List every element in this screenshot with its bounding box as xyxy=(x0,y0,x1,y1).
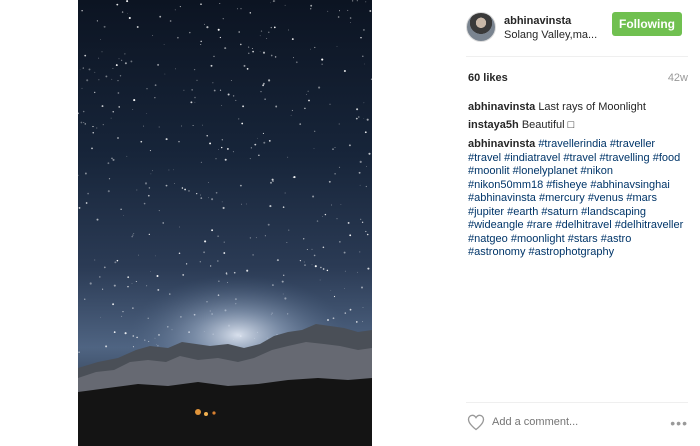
hashtag-list: #travellerindia #traveller #travel #indi… xyxy=(468,138,683,258)
more-options-icon[interactable]: ••• xyxy=(670,415,688,431)
hashtag-link[interactable]: #fisheye xyxy=(546,179,587,191)
hashtag-link[interactable]: #delhitraveller xyxy=(615,219,683,231)
hashtag-link[interactable]: #astronomy xyxy=(468,246,525,258)
hashtag-link[interactable]: #travellerindia xyxy=(538,138,606,150)
hashtag-link[interactable]: #nikon xyxy=(581,165,613,177)
comment-author[interactable]: abhinavinsta xyxy=(468,101,535,113)
comment-item: abhinavinsta Last rays of Moonlight xyxy=(468,100,690,114)
hashtag-link[interactable]: #mars xyxy=(626,192,657,204)
comment-author[interactable]: abhinavinsta xyxy=(468,138,535,150)
hashtag-link[interactable]: #landscaping xyxy=(581,206,646,218)
hashtag-link[interactable]: #traveller xyxy=(610,138,655,150)
hashtag-link[interactable]: #lonelyplanet xyxy=(513,165,578,177)
hashtag-link[interactable]: #delhitravel xyxy=(555,219,611,231)
hashtag-comment: abhinavinsta #travellerindia #traveller … xyxy=(468,138,690,260)
night-sky-photo xyxy=(78,0,372,446)
comment-text: Beautiful □ xyxy=(521,119,575,131)
add-comment-input[interactable] xyxy=(492,413,652,431)
hashtag-link[interactable]: #stars xyxy=(568,233,598,245)
hashtag-link[interactable]: #food xyxy=(653,152,681,164)
heart-icon[interactable] xyxy=(466,412,486,432)
hashtag-link[interactable]: #jupiter xyxy=(468,206,504,218)
comment-text: Last rays of Moonlight xyxy=(538,101,646,113)
likes-row: 60 likes 42w xyxy=(466,72,688,86)
hashtag-link[interactable]: #earth xyxy=(507,206,538,218)
hashtag-link[interactable]: #nikon50mm18 xyxy=(468,179,543,191)
following-button[interactable]: Following xyxy=(612,12,682,36)
post-username[interactable]: abhinavinsta xyxy=(504,15,571,27)
likes-count[interactable]: 60 likes xyxy=(468,72,508,84)
hashtag-link[interactable]: #moonlit xyxy=(468,165,510,177)
post-age[interactable]: 42w xyxy=(668,72,688,84)
hashtag-link[interactable]: #travel xyxy=(563,152,596,164)
hashtag-link[interactable]: #astrophotgraphy xyxy=(529,246,615,258)
hashtag-link[interactable]: #abhinavsinghai xyxy=(590,179,670,191)
post-footer: ••• xyxy=(466,410,688,434)
hashtag-link[interactable]: #venus xyxy=(588,192,623,204)
hashtag-link[interactable]: #saturn xyxy=(541,206,578,218)
post-photo[interactable] xyxy=(78,0,372,446)
post-header: abhinavinsta Solang Valley,ma... Followi… xyxy=(466,10,688,44)
comment-author[interactable]: instaya5h xyxy=(468,119,519,131)
footer-divider xyxy=(466,402,688,403)
hashtag-link[interactable]: #travelling xyxy=(600,152,650,164)
comment-item: instaya5h Beautiful □ xyxy=(468,118,690,132)
hashtag-link[interactable]: #wideangle xyxy=(468,219,524,231)
hashtag-link[interactable]: #travel xyxy=(468,152,501,164)
header-divider xyxy=(466,56,688,57)
hashtag-link[interactable]: #rare xyxy=(527,219,553,231)
hashtag-link[interactable]: #astro xyxy=(601,233,632,245)
hashtag-link[interactable]: #mercury xyxy=(539,192,585,204)
hashtag-link[interactable]: #moonlight xyxy=(511,233,565,245)
hashtag-link[interactable]: #natgeo xyxy=(468,233,508,245)
post-location[interactable]: Solang Valley,ma... xyxy=(504,29,597,41)
hashtag-link[interactable]: #indiatravel xyxy=(504,152,560,164)
hashtag-link[interactable]: #abhinavinsta xyxy=(468,192,536,204)
post-sidebar: abhinavinsta Solang Valley,ma... Followi… xyxy=(452,0,700,446)
avatar[interactable] xyxy=(466,12,496,42)
